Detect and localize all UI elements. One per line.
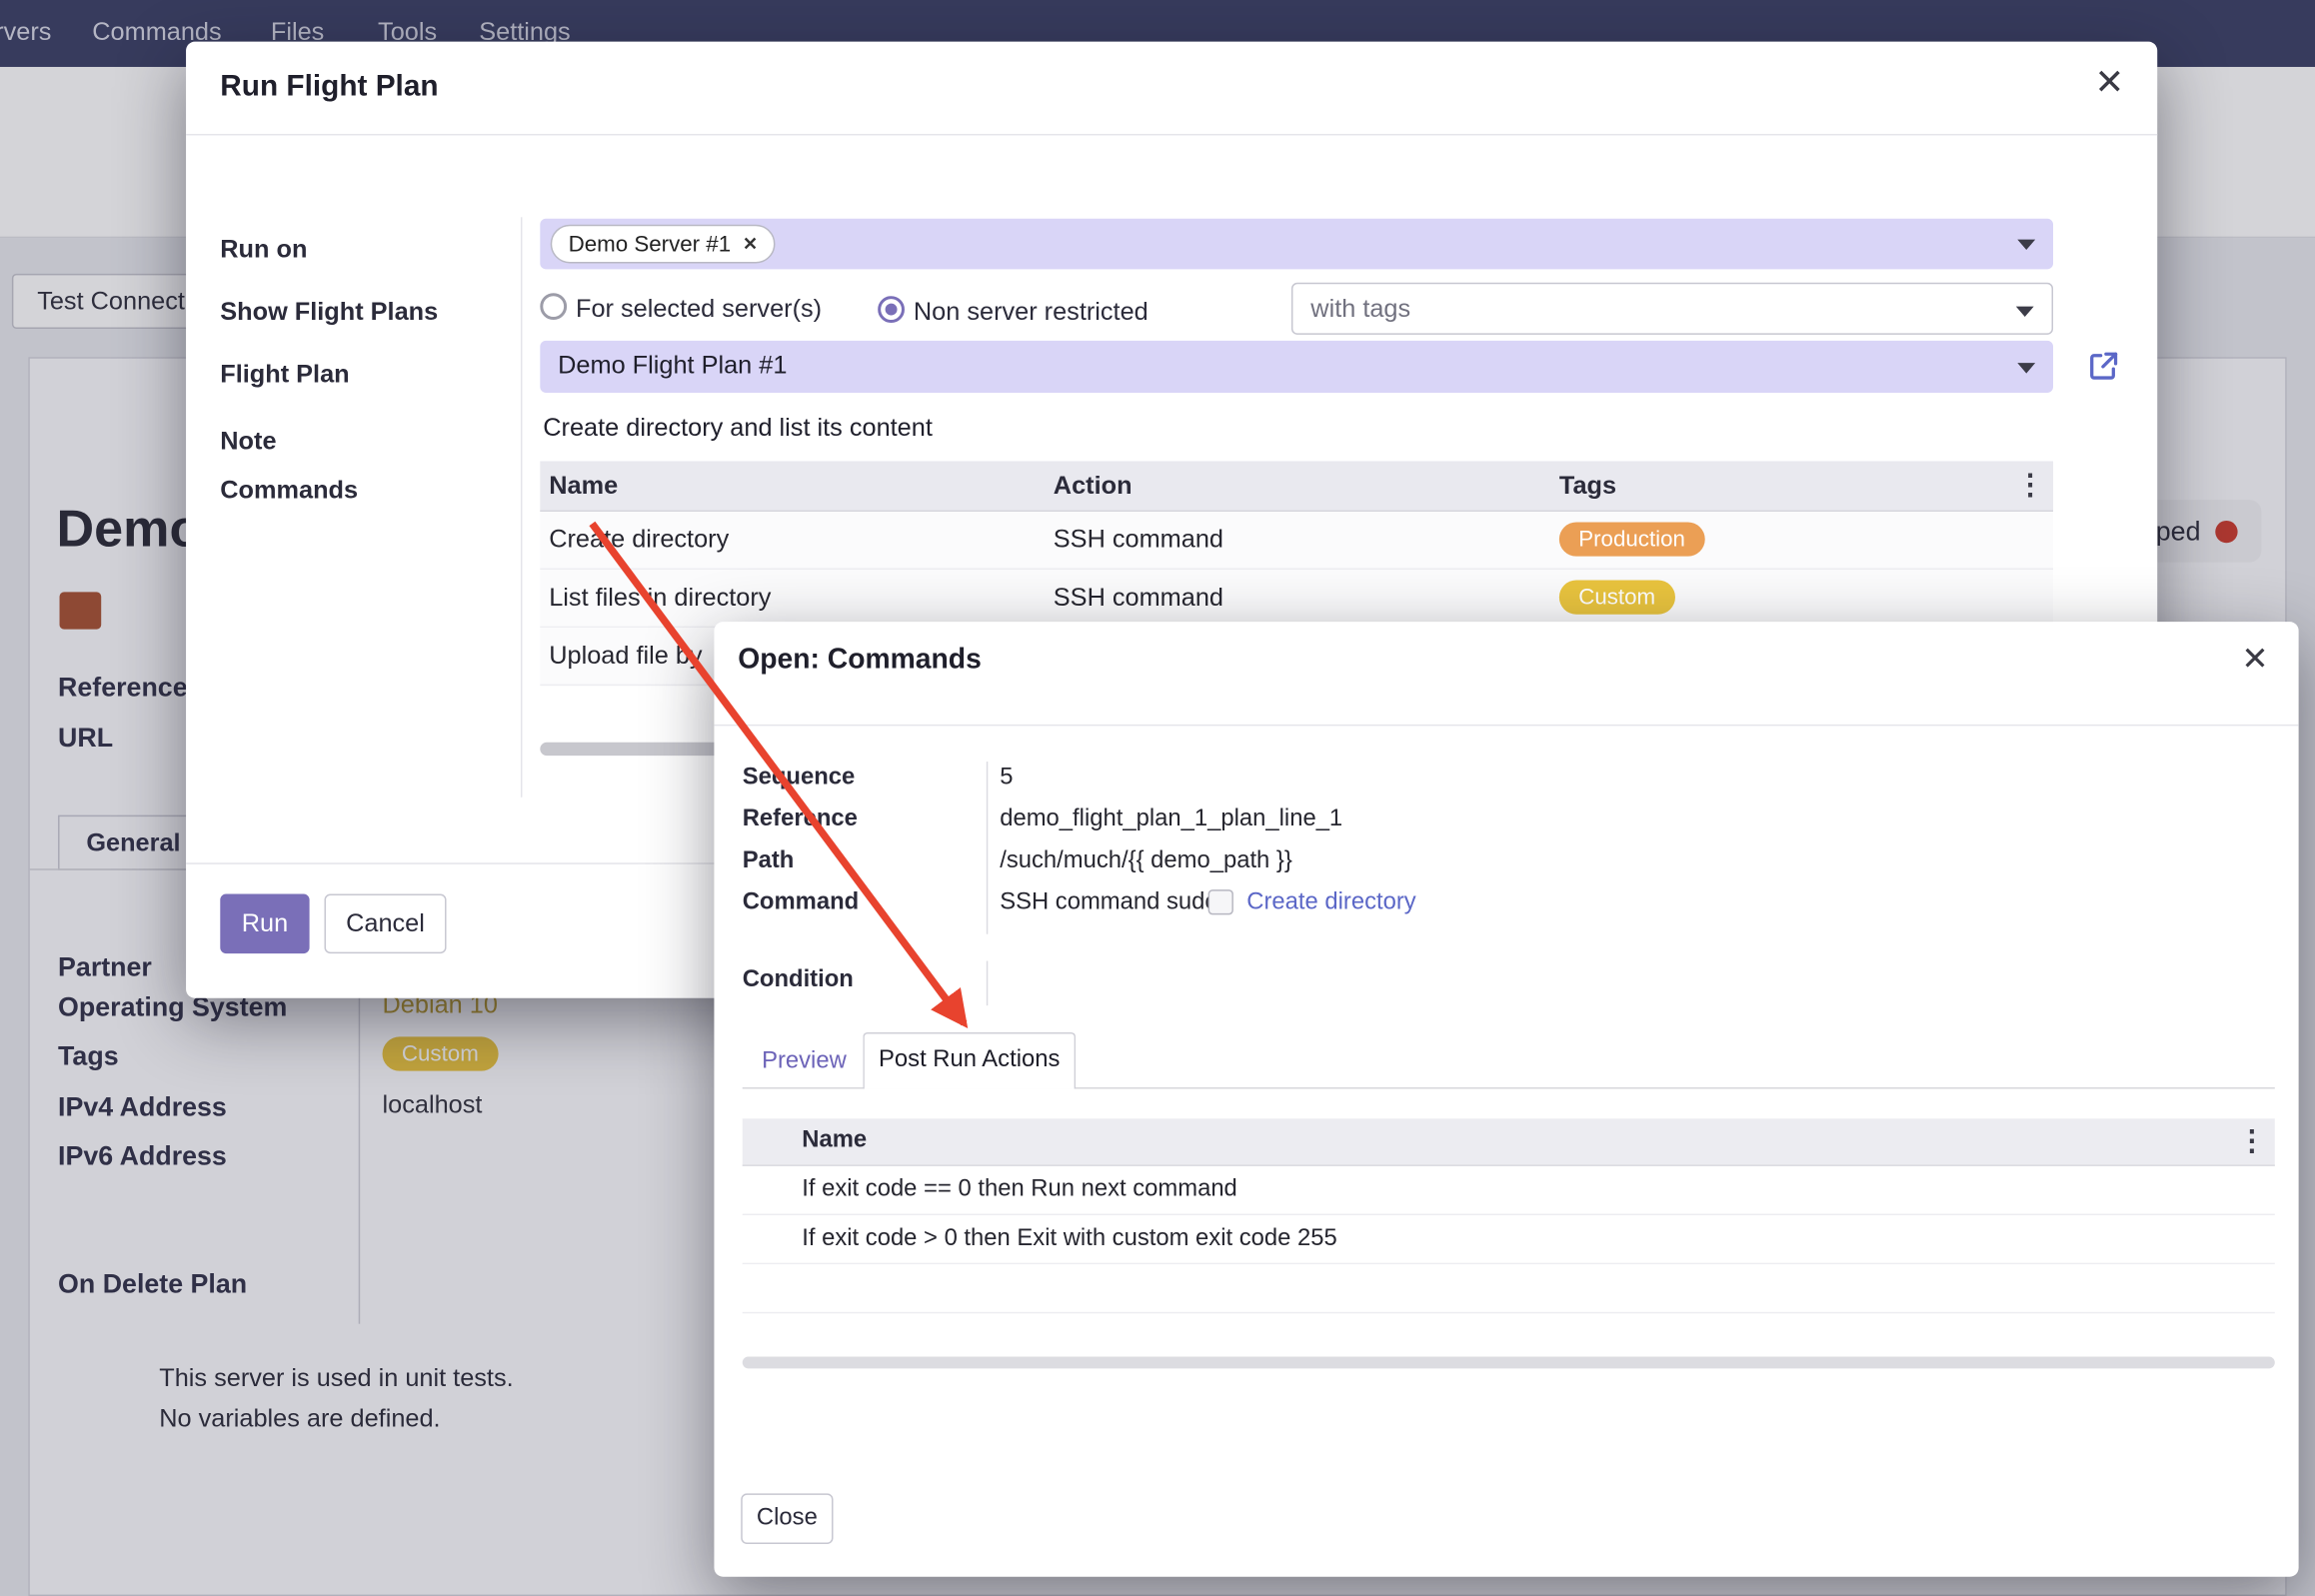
- table-row[interactable]: If exit code > 0 then Exit with custom e…: [743, 1215, 2275, 1264]
- chevron-down-icon: [2016, 307, 2034, 317]
- field-label-flight-plan: Flight Plan: [220, 360, 349, 390]
- column-header-name: Name: [549, 472, 618, 502]
- flight-plan-value: Demo Flight Plan #1: [558, 351, 787, 381]
- cell-tag-badge: Production: [1559, 522, 1704, 556]
- cancel-button[interactable]: Cancel: [324, 894, 446, 954]
- field-label-run-on: Run on: [220, 235, 307, 265]
- field-label-sequence: Sequence: [743, 765, 856, 792]
- field-label-commands: Commands: [220, 476, 358, 506]
- field-label-path: Path: [743, 847, 795, 874]
- flight-plan-select[interactable]: Demo Flight Plan #1: [540, 341, 2053, 393]
- header-divider: [186, 134, 2157, 135]
- horizontal-scrollbar[interactable]: [743, 1356, 2275, 1368]
- field-label-show-flight-plans: Show Flight Plans: [220, 298, 438, 328]
- kebab-menu-icon[interactable]: ⋮: [2016, 472, 2044, 500]
- with-tags-placeholder: with tags: [1310, 295, 1410, 325]
- cell-name: List files in directory: [549, 583, 771, 613]
- tab-post-run-actions[interactable]: Post Run Actions: [863, 1032, 1076, 1089]
- modal-title: Open: Commands: [738, 644, 982, 677]
- with-tags-select[interactable]: with tags: [1291, 283, 2053, 335]
- cell-action-name: If exit code > 0 then Exit with custom e…: [802, 1225, 1336, 1252]
- field-divider: [987, 961, 988, 1006]
- radio-for-selected-servers[interactable]: [540, 293, 567, 320]
- chevron-down-icon: [2017, 363, 2035, 373]
- server-tag-chip[interactable]: Demo Server #1 ✕: [551, 225, 776, 264]
- table-row[interactable]: If exit code == 0 then Run next command: [743, 1166, 2275, 1215]
- tab-preview[interactable]: Preview: [762, 1048, 847, 1075]
- server-tag-label: Demo Server #1: [569, 231, 732, 256]
- label-divider: [521, 217, 522, 797]
- post-run-actions-table: Name ⋮ If exit code == 0 then Run next c…: [743, 1118, 2275, 1313]
- run-button[interactable]: Run: [220, 894, 309, 954]
- table-row-empty: [743, 1264, 2275, 1313]
- reference-value: demo_flight_plan_1_plan_line_1: [1000, 806, 1342, 833]
- close-icon[interactable]: ✕: [2241, 643, 2268, 676]
- chevron-down-icon: [2017, 240, 2035, 250]
- create-directory-link[interactable]: Create directory: [1246, 889, 1415, 916]
- radio-label-non-server-restricted: Non server restricted: [914, 298, 1149, 328]
- header-divider: [714, 725, 2298, 726]
- column-header-action: Action: [1054, 472, 1133, 502]
- cell-name: Upload file by: [549, 642, 702, 672]
- field-label-note: Note: [220, 427, 276, 457]
- commands-detail-modal: Open: Commands ✕ Sequence Reference Path…: [714, 622, 2298, 1577]
- cell-action: SSH command: [1054, 525, 1223, 555]
- cell-action-name: If exit code == 0 then Run next command: [802, 1176, 1237, 1203]
- remove-tag-icon[interactable]: ✕: [743, 234, 758, 255]
- create-directory-checkbox[interactable]: [1208, 889, 1233, 914]
- cell-name: Create directory: [549, 525, 729, 555]
- close-icon[interactable]: ✕: [2095, 65, 2125, 101]
- sequence-value: 5: [1000, 765, 1013, 792]
- table-row[interactable]: List files in directory SSH command Cust…: [540, 570, 2053, 628]
- column-header-tags: Tags: [1559, 472, 1616, 502]
- kebab-menu-icon[interactable]: ⋮: [2238, 1127, 2266, 1155]
- field-label-command: Command: [743, 889, 859, 916]
- table-row[interactable]: Create directory SSH command Production: [540, 512, 2053, 570]
- run-on-select[interactable]: Demo Server #1 ✕: [540, 219, 2053, 270]
- field-label-condition: Condition: [743, 966, 854, 993]
- cell-tag-badge: Custom: [1559, 580, 1675, 614]
- table-header-row: Name Action Tags ⋮: [540, 461, 2053, 512]
- modal-title: Run Flight Plan: [220, 70, 438, 104]
- path-value: /such/much/{{ demo_path }}: [1000, 847, 1292, 874]
- table-header-row: Name ⋮: [743, 1118, 2275, 1166]
- command-value: SSH command sudo: [1000, 889, 1217, 916]
- close-button[interactable]: Close: [741, 1493, 833, 1544]
- radio-non-server-restricted[interactable]: [878, 296, 905, 323]
- column-header-name: Name: [802, 1127, 867, 1154]
- cell-action: SSH command: [1054, 583, 1223, 613]
- field-label-reference: Reference: [743, 806, 858, 833]
- external-link-icon[interactable]: [2086, 348, 2122, 391]
- radio-label-for-selected-servers: For selected server(s): [576, 295, 822, 325]
- field-divider: [987, 762, 988, 934]
- plan-description: Create directory and list its content: [543, 414, 933, 444]
